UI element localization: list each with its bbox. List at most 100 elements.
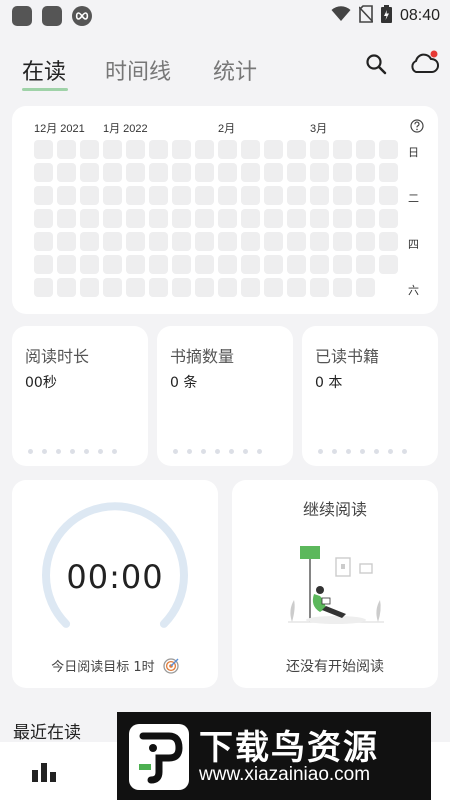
heatmap-day-cell [103,209,122,228]
tab-stats[interactable]: 统计 [213,54,257,86]
heatmap-day-cell [379,163,398,182]
heatmap-day-cell [126,163,145,182]
month-label: 1月 2022 [103,123,148,135]
heatmap-day-cell [333,140,352,159]
heatmap-day-cell [264,209,283,228]
app-icon [12,6,32,26]
heatmap-day-cell [172,209,191,228]
month-label: 3月 [310,123,328,135]
heatmap-day-cell [333,255,352,274]
heatmap-day-cell [333,209,352,228]
stat-title: 书摘数量 [170,347,235,366]
heatmap-day-cell [241,186,260,205]
heatmap-day-cell [356,255,375,274]
cloud-sync-icon[interactable] [408,48,440,82]
heatmap-day-cell [34,140,53,159]
tab-reading[interactable]: 在读 [22,54,66,86]
heatmap-day-cell [103,140,122,159]
heatmap-day-cell [126,255,145,274]
daily-goal[interactable]: 今日阅读目标 1时 [12,656,218,678]
heatmap-day-cell [264,232,283,251]
heatmap-day-cell [126,232,145,251]
heatmap-day-cell [195,232,214,251]
heatmap-day-cell [195,163,214,182]
heatmap-day-cell [172,186,191,205]
heatmap-day-cell [356,140,375,159]
heatmap-day-cell [103,255,122,274]
bar-chart-icon[interactable] [32,760,58,786]
app-icon [42,6,62,26]
heatmap-day-cell [103,232,122,251]
stat-title: 阅读时长 [25,347,90,366]
heatmap-day-cell [57,255,76,274]
heatmap-day-cell [287,255,306,274]
help-circle-icon[interactable] [410,118,424,137]
heatmap-day-cell [356,163,375,182]
heatmap-day-cell [287,278,306,297]
heatmap-day-cell [80,278,99,297]
heatmap-day-cell [218,255,237,274]
heatmap-day-cell [126,209,145,228]
heatmap-day-cell [57,140,76,159]
heatmap-day-cell [34,278,53,297]
clock-time: 08:40 [399,7,440,24]
heatmap-day-cell [34,255,53,274]
status-bar: 08:40 [0,0,450,32]
heatmap-day-cell [218,209,237,228]
weekday-label: 六 [408,284,419,297]
stat-value: 0 本 [315,375,343,391]
heatmap-day-cell [149,140,168,159]
heatmap-day-cell [172,278,191,297]
heatmap-day-cell [264,255,283,274]
wifi-icon [331,6,351,26]
books-read-card[interactable]: 已读书籍 0 本 [302,326,438,466]
heatmap-day-cell [172,163,191,182]
heatmap-day-cell [287,232,306,251]
heatmap-day-cell [149,255,168,274]
heatmap-day-cell [333,186,352,205]
heatmap-day-cell [333,163,352,182]
continue-reading-card[interactable]: 继续阅读 还没有开始阅读 [232,480,438,688]
stat-value: 00秒 [25,375,57,391]
heatmap-day-cell [57,278,76,297]
excerpt-count-card[interactable]: 书摘数量 0 条 [157,326,293,466]
stat-title: 已读书籍 [315,347,380,366]
heatmap-day-cell [264,163,283,182]
heatmap-day-cell [195,255,214,274]
heatmap-day-cell [310,209,329,228]
heatmap-day-cell [149,278,168,297]
heatmap-day-cell [310,232,329,251]
heatmap-day-cell [264,140,283,159]
heatmap-day-cell [103,278,122,297]
heatmap-day-cell [195,209,214,228]
stat-value: 0 条 [170,375,198,391]
heatmap-day-cell [126,140,145,159]
heatmap-day-cell [287,186,306,205]
search-icon[interactable] [364,52,388,80]
heatmap-day-cell [218,278,237,297]
heatmap-day-cell [80,186,99,205]
watermark-url: www.xiazainiao.com [199,764,371,785]
reading-person-illustration [288,546,384,624]
heatmap-day-cell [356,209,375,228]
heatmap-day-cell [287,140,306,159]
heatmap-day-cell [241,278,260,297]
heatmap-day-cell [241,209,260,228]
heatmap-day-cell [218,163,237,182]
heatmap-day-cell [310,140,329,159]
tab-timeline[interactable]: 时间线 [105,54,171,86]
heatmap-day-cell [241,255,260,274]
weekday-label: 二 [408,192,419,205]
heatmap-day-cell [356,186,375,205]
heatmap-day-cell [149,186,168,205]
heatmap-day-cell [34,186,53,205]
month-label: 2月 [218,123,236,135]
infinity-icon [72,6,92,26]
reading-timer-card[interactable]: 00:00 今日阅读目标 1时 [12,480,218,688]
weekday-label: 日 [408,146,419,159]
heatmap-day-cell [172,255,191,274]
heatmap-day-cell [195,140,214,159]
heatmap-day-cell [149,232,168,251]
reading-time-card[interactable]: 阅读时长 00秒 [12,326,148,466]
target-icon [163,658,179,678]
